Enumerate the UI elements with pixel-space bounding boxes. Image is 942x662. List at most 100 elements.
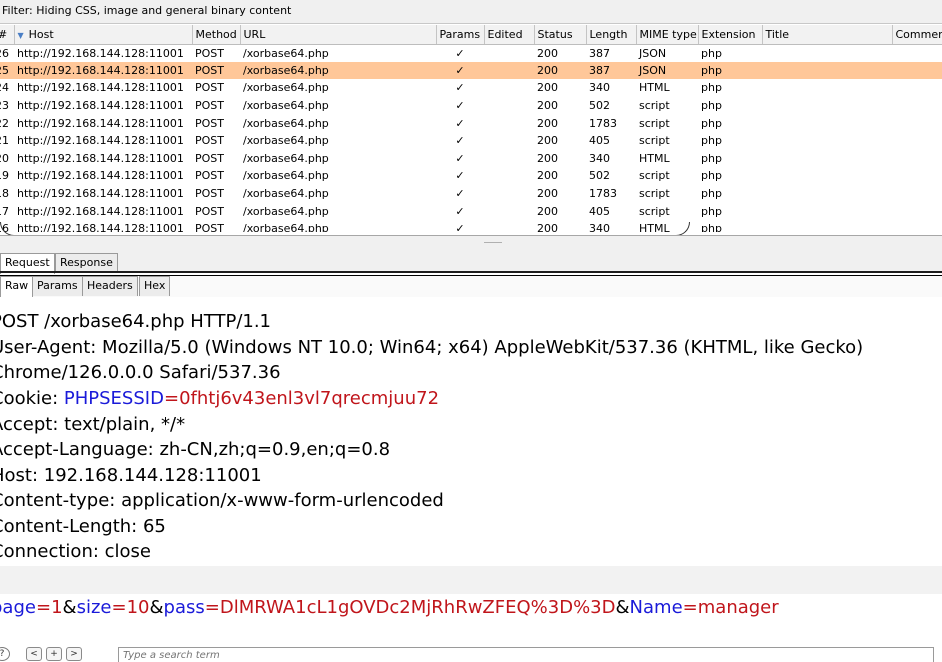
cell-comment	[892, 61, 942, 80]
cell-num: 26	[0, 46, 9, 60]
search-prev-button[interactable]: <	[26, 647, 42, 661]
cell-length: 1783	[589, 187, 617, 201]
table-row[interactable]: 25http://192.168.144.128:11001POST/xorba…	[0, 61, 942, 80]
cell-host: http://192.168.144.128:11001	[17, 99, 184, 113]
cell-status: 200	[534, 61, 586, 80]
column-header-params[interactable]: Params	[436, 25, 485, 45]
cell-edited	[484, 202, 534, 220]
pane-splitter[interactable]	[0, 235, 942, 251]
cell-host: http://192.168.144.128:11001	[17, 151, 184, 165]
cell-length: 387	[589, 46, 610, 60]
cell-host: http://192.168.144.128:11001	[17, 204, 184, 218]
tab-hex-label: Hex	[144, 279, 166, 292]
cell-title	[762, 114, 892, 132]
cell-method: POST	[195, 99, 224, 113]
column-header-url[interactable]: URL	[240, 25, 437, 45]
search-options-button[interactable]: +	[46, 647, 62, 661]
splitter-grip-icon	[484, 242, 502, 243]
search-next-button[interactable]: >	[66, 647, 82, 661]
cell-comment	[892, 150, 942, 168]
header-user-agent: User-Agent: Mozilla/5.0 (Windows NT 10.0…	[0, 337, 864, 358]
cell-title	[762, 167, 892, 185]
column-header-mime[interactable]: MIME type	[636, 25, 699, 45]
table-row[interactable]: 23 http://192.168.144.128:11001 POST/xorba…	[0, 97, 942, 115]
message-view-tabs: Raw Params Headers Hex	[0, 275, 942, 297]
table-row[interactable]: 20 http://192.168.144.128:11001 POST/xorba…	[0, 150, 942, 168]
cell-mime: script	[639, 204, 670, 218]
column-header-comment[interactable]: Comment	[892, 25, 942, 45]
cell-host: http://192.168.144.128:11001	[17, 187, 184, 201]
table-row[interactable]: 19 http://192.168.144.128:11001 POST/xorba…	[0, 167, 942, 185]
filter-bar[interactable]: Filter: Hiding CSS, image and general bi…	[0, 0, 942, 24]
cell-title	[762, 150, 892, 168]
table-row[interactable]: 24 http://192.168.144.128:11001 POST/xorba…	[0, 79, 942, 97]
cell-ext: php	[701, 187, 722, 201]
cell-title	[762, 79, 892, 97]
column-header-ext[interactable]: Extension	[698, 25, 763, 45]
cell-num: 24	[0, 81, 9, 95]
cell-mime: script	[639, 134, 670, 148]
cookie-equals: =	[163, 388, 180, 409]
header-accept-language: Accept-Language: zh-CN,zh;q=0.9,en;q=0.8	[0, 439, 391, 460]
header-connection: Connection: close	[0, 541, 151, 562]
cell-method: POST	[195, 169, 224, 183]
cell-params: ✓	[436, 61, 484, 80]
request-body: page=1&size=10&pass=DlMRWA1cL1gOVDc2MjRh…	[0, 596, 779, 619]
cell-status: 200	[537, 187, 558, 201]
cell-mime: HTML	[639, 81, 670, 95]
cell-num: 19	[0, 169, 9, 183]
table-row[interactable]: 22 http://192.168.144.128:11001 POST/xorba…	[0, 114, 942, 132]
request-line: POST /xorbase64.php HTTP/1.1	[0, 311, 272, 332]
cell-method: POST	[192, 61, 240, 80]
cell-ext: php	[701, 46, 722, 60]
column-header-host[interactable]: ▼ Host	[14, 25, 193, 45]
cell-length: 340	[589, 81, 610, 95]
table-row[interactable]: 26 http://192.168.144.128:11001 POST/xorba…	[0, 44, 942, 62]
column-label: Status	[537, 27, 573, 41]
cell-num: 22	[0, 116, 9, 130]
next-icon: >	[70, 649, 78, 659]
cell-method: POST	[195, 81, 224, 95]
cell-url: /xorbase64.php	[243, 81, 329, 95]
tab-headers[interactable]: Headers	[82, 276, 138, 296]
cell-edited	[484, 167, 534, 185]
table-body: 26 http://192.168.144.128:11001 POST/xorba…	[0, 44, 942, 232]
http-history-table[interactable]: # ▼ Host Method URL Params Edited Status Length M…	[0, 25, 942, 232]
column-label: Host	[28, 27, 54, 41]
param-separator: &	[615, 597, 630, 618]
cell-url: /xorbase64.php	[243, 169, 329, 183]
cell-length: 405	[589, 134, 610, 148]
cell-length: 405	[589, 204, 610, 218]
param-equals: =	[682, 597, 698, 618]
cell-url: /xorbase64.php	[243, 116, 329, 130]
column-header-edited[interactable]: Edited	[484, 25, 535, 45]
tab-params[interactable]: Params	[32, 276, 83, 296]
tab-response[interactable]: Response	[55, 253, 118, 273]
column-header-num[interactable]: #	[0, 25, 15, 45]
cell-mime: script	[639, 169, 670, 183]
cell-ext: php	[701, 99, 722, 113]
tab-hex[interactable]: Hex	[139, 276, 171, 296]
column-header-status[interactable]: Status	[534, 25, 587, 45]
cell-status: 200	[537, 204, 558, 218]
header-content-type: Content-type: application/x-www-form-url…	[0, 490, 444, 511]
search-bar: ? < + >	[0, 642, 942, 662]
raw-request-editor[interactable]: POST /xorbase64.php HTTP/1.1 User-Agent:…	[0, 298, 942, 638]
table-row[interactable]: 17 http://192.168.144.128:11001 POST/xorba…	[0, 202, 942, 220]
param-equals: =	[35, 597, 52, 618]
help-icon[interactable]: ?	[0, 647, 10, 661]
header-content-length: Content-Length: 65	[0, 516, 166, 537]
cell-status: 200	[537, 151, 558, 165]
cell-edited	[484, 132, 534, 150]
cell-title	[762, 220, 892, 232]
table-row[interactable]: 18 http://192.168.144.128:11001 POST/xorba…	[0, 185, 942, 203]
table-row[interactable]: 21 http://192.168.144.128:11001 POST/xorba…	[0, 132, 942, 150]
cell-comment	[892, 167, 942, 185]
column-header-title[interactable]: Title	[762, 25, 893, 45]
cell-comment	[892, 202, 942, 220]
tab-request-label: Request	[5, 256, 50, 269]
search-input[interactable]	[118, 647, 934, 662]
column-header-method[interactable]: Method	[192, 25, 241, 45]
tab-raw[interactable]: Raw	[0, 276, 34, 297]
column-header-length[interactable]: Length	[586, 25, 637, 45]
